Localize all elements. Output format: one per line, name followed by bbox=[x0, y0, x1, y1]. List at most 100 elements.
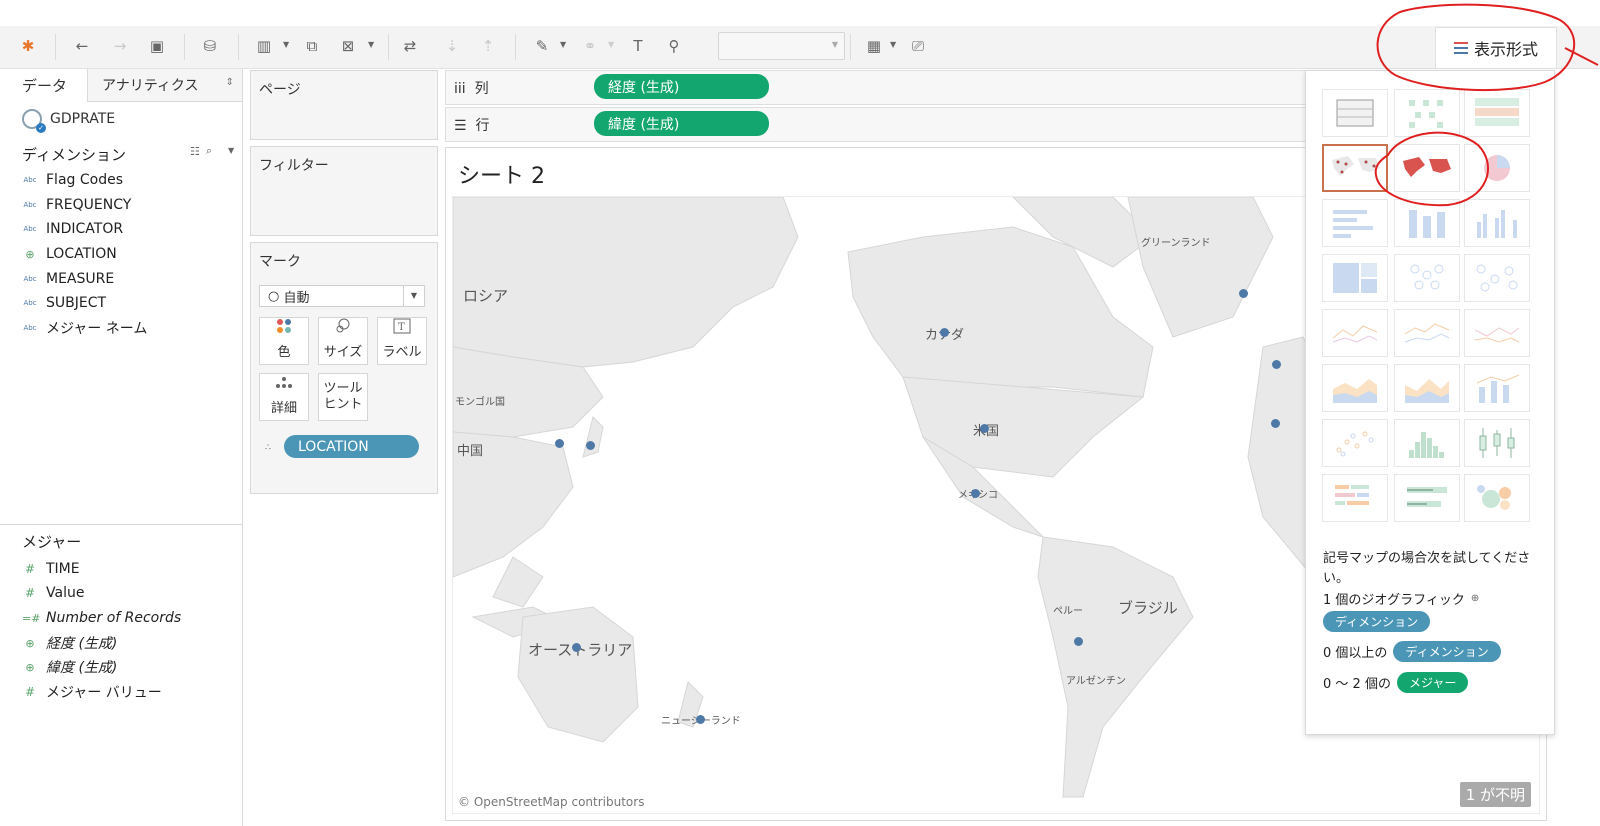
swap-icon[interactable]: ⇄ bbox=[398, 34, 422, 58]
chart-type-dual-lines[interactable] bbox=[1464, 309, 1530, 357]
field-dimension[interactable]: Abc INDICATOR bbox=[22, 219, 123, 239]
field-dimension[interactable]: ⊕ LOCATION bbox=[22, 244, 116, 264]
chart-type-lines-continuous[interactable] bbox=[1322, 309, 1388, 357]
map-point[interactable] bbox=[1074, 637, 1083, 646]
label-button[interactable]: T ラベル bbox=[377, 317, 427, 365]
chart-type-treemap[interactable] bbox=[1322, 254, 1388, 302]
chart-type-area-continuous[interactable] bbox=[1322, 364, 1388, 412]
map-label: ブラジル bbox=[1118, 599, 1178, 617]
mark-type-value: 自動 bbox=[283, 290, 310, 306]
unknown-indicator[interactable]: 1 が不明 bbox=[1459, 782, 1531, 807]
size-button[interactable]: サイズ bbox=[318, 317, 368, 365]
search-icon[interactable]: ⌕ bbox=[206, 144, 212, 158]
chevron-down-icon[interactable]: ▼ bbox=[608, 40, 614, 49]
new-datasource-icon[interactable]: ⛁ bbox=[198, 34, 222, 58]
highlight-icon[interactable]: ✎ bbox=[530, 34, 554, 58]
globe-icon: ⊕ bbox=[25, 636, 35, 650]
map-label: ロシア bbox=[463, 287, 509, 305]
calc-number-icon: =# bbox=[22, 611, 41, 625]
field-dimension[interactable]: Abc SUBJECT bbox=[22, 293, 106, 313]
map-point[interactable] bbox=[1271, 419, 1280, 428]
tableau-logo-icon[interactable]: ✱ bbox=[16, 34, 40, 58]
map-label: グリーンランド bbox=[1141, 238, 1211, 249]
field-dimension[interactable]: Abc FREQUENCY bbox=[22, 195, 131, 215]
map-point[interactable] bbox=[572, 643, 581, 652]
list-view-icon[interactable]: ☷ bbox=[190, 145, 200, 158]
chart-type-gantt[interactable] bbox=[1322, 474, 1388, 522]
new-worksheet-icon[interactable]: ▥ bbox=[252, 34, 276, 58]
chart-type-area-discrete[interactable] bbox=[1394, 364, 1460, 412]
tab-analytics[interactable]: アナリティクス bbox=[88, 69, 242, 102]
map-point[interactable] bbox=[940, 328, 949, 337]
chart-type-bullet[interactable] bbox=[1394, 474, 1460, 522]
field-measure[interactable]: # TIME bbox=[22, 559, 80, 579]
presentation-icon[interactable]: ⎚ bbox=[906, 34, 930, 58]
field-dimension[interactable]: Abc Flag Codes bbox=[22, 170, 123, 190]
data-pane: データ アナリティクス GDPRATE ディメンション ☷ ⌕ ▼ AbcFla… bbox=[0, 69, 243, 826]
number-type-icon: # bbox=[24, 562, 36, 576]
tooltip-button[interactable]: ツール ヒント bbox=[318, 373, 368, 421]
pin-icon[interactable]: ⚲ bbox=[662, 34, 686, 58]
location-pill[interactable]: LOCATION bbox=[284, 435, 419, 458]
color-button[interactable]: 色 bbox=[259, 317, 309, 365]
clear-icon[interactable]: ⊠ bbox=[336, 34, 360, 58]
show-cards-icon[interactable]: ▦ bbox=[862, 34, 886, 58]
latitude-pill[interactable]: 緯度 (生成) bbox=[594, 111, 769, 136]
sheet-title[interactable]: シート 2 bbox=[458, 158, 545, 190]
tab-data[interactable]: データ bbox=[0, 69, 88, 102]
map-point[interactable] bbox=[555, 439, 564, 448]
chevron-down-icon[interactable]: ▼ bbox=[283, 40, 289, 49]
marks-card: マーク ○ 自動 色 サイズ T ラベル 詳細 ツール ヒント ∴ LOCATI… bbox=[250, 242, 438, 494]
datasource-icon bbox=[22, 109, 46, 133]
map-point[interactable] bbox=[696, 715, 705, 724]
chevron-down-icon[interactable]: ▼ bbox=[228, 146, 234, 155]
map-point[interactable] bbox=[1272, 360, 1281, 369]
map-credit[interactable]: © OpenStreetMap contributors bbox=[458, 795, 644, 809]
save-icon[interactable]: ▣ bbox=[145, 34, 169, 58]
fit-dropdown[interactable] bbox=[718, 32, 845, 60]
chart-type-dual-combination[interactable] bbox=[1464, 364, 1530, 412]
field-measure[interactable]: ⊕ 緯度 (生成) bbox=[22, 657, 117, 677]
chart-type-side-by-side-circles[interactable] bbox=[1464, 254, 1530, 302]
map-point[interactable] bbox=[1239, 289, 1248, 298]
longitude-pill[interactable]: 経度 (生成) bbox=[594, 74, 769, 99]
chart-type-packed-bubbles[interactable] bbox=[1464, 474, 1530, 522]
detail-button[interactable]: 詳細 bbox=[259, 373, 309, 421]
chevron-down-icon[interactable]: ▼ bbox=[560, 40, 566, 49]
chart-type-box-whisker[interactable] bbox=[1464, 419, 1530, 467]
label-icon[interactable]: T bbox=[626, 34, 650, 58]
field-measure[interactable]: # メジャー バリュー bbox=[22, 682, 162, 702]
pages-card[interactable]: ページ bbox=[250, 70, 438, 140]
mark-type-select[interactable]: ○ 自動 bbox=[259, 285, 425, 307]
duplicate-icon[interactable]: ⧉ bbox=[300, 34, 324, 58]
field-measure[interactable]: # Value bbox=[22, 583, 84, 603]
redo-icon[interactable]: → bbox=[108, 34, 132, 58]
string-type-icon: Abc bbox=[23, 201, 37, 209]
chevron-down-icon[interactable]: ▼ bbox=[890, 40, 896, 49]
chart-type-lines-discrete[interactable] bbox=[1394, 309, 1460, 357]
field-dimension[interactable]: Abc メジャー ネーム bbox=[22, 318, 147, 338]
chart-type-circle-views[interactable] bbox=[1394, 254, 1460, 302]
group-icon[interactable]: ⚭ bbox=[578, 34, 602, 58]
map-point[interactable] bbox=[586, 441, 595, 450]
sort-desc-icon[interactable]: ⇡ bbox=[476, 34, 500, 58]
toolbar: ✱ ← → ▣ ⛁ ▥ ▼ ⧉ ⊠ ▼ ⇄ ⇣ ⇡ ✎ ▼ ⚭ ▼ T ⚲ ▦ … bbox=[0, 26, 1600, 69]
field-measure[interactable]: =# Number of Records bbox=[22, 608, 181, 628]
map-label: アルゼンチン bbox=[1066, 676, 1126, 687]
undo-icon[interactable]: ← bbox=[70, 34, 94, 58]
detail-icon bbox=[274, 376, 294, 394]
map-label: ペルー bbox=[1053, 606, 1083, 617]
field-measure[interactable]: ⊕ 経度 (生成) bbox=[22, 633, 117, 653]
chevron-down-icon[interactable]: ▼ bbox=[368, 40, 374, 49]
marks-title: マーク bbox=[259, 254, 301, 270]
chart-type-scatter[interactable] bbox=[1322, 419, 1388, 467]
map-point[interactable] bbox=[980, 424, 989, 433]
columns-icon: iii bbox=[454, 81, 466, 97]
sort-asc-icon[interactable]: ⇣ bbox=[440, 34, 464, 58]
globe-icon: ⊕ bbox=[1470, 593, 1480, 604]
chart-type-histogram[interactable] bbox=[1394, 419, 1460, 467]
map-point[interactable] bbox=[971, 489, 980, 498]
filters-card[interactable]: フィルター bbox=[250, 146, 438, 236]
field-dimension[interactable]: Abc MEASURE bbox=[22, 269, 114, 289]
datasource-item[interactable]: GDPRATE bbox=[22, 109, 115, 133]
